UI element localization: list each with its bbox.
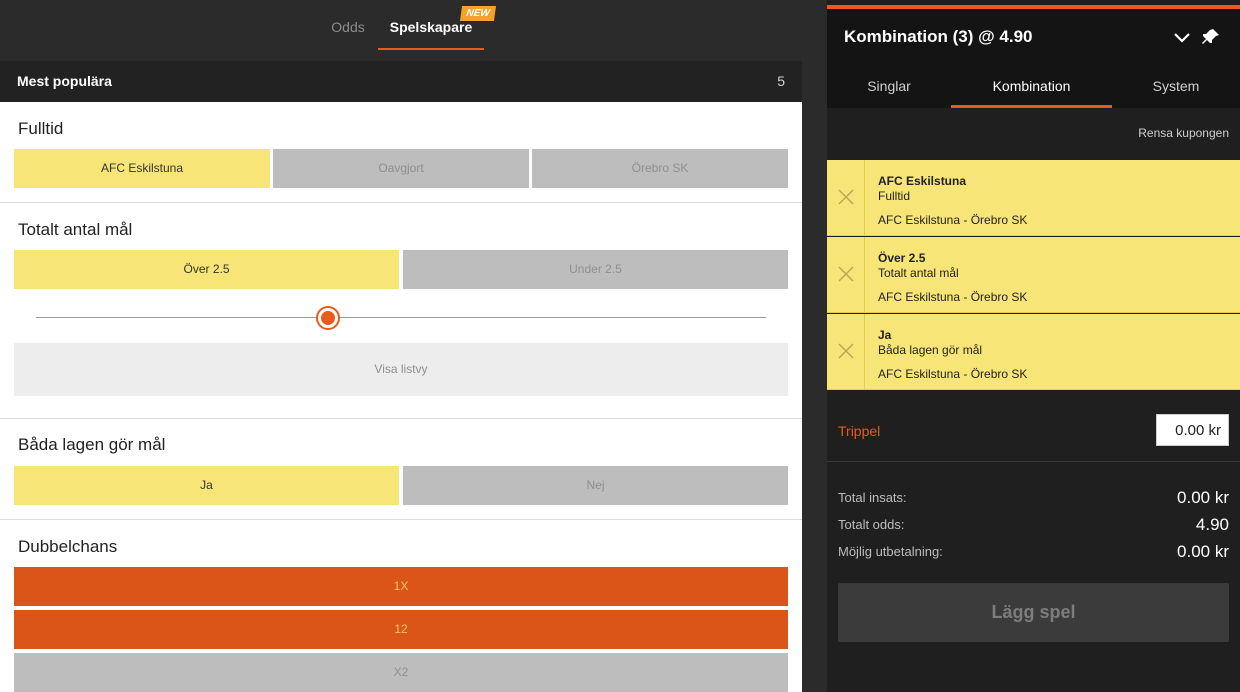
panel-title: Mest populära: [17, 73, 112, 89]
bet-selection: AFC Eskilstuna: [878, 174, 967, 188]
close-icon: [838, 343, 854, 359]
chevron-down-icon[interactable]: [1173, 29, 1191, 47]
bet-item: Ja Båda lagen gör mål AFC Eskilstuna - Ö…: [827, 314, 1240, 390]
stake-input[interactable]: [1156, 414, 1229, 446]
close-icon: [838, 189, 854, 205]
total-odds-label: Totalt odds:: [838, 517, 905, 532]
option-x2[interactable]: X2: [14, 653, 788, 692]
app-root: Odds Spelskapare NEW Mest populära 5 Ful…: [0, 0, 1240, 692]
option-over[interactable]: Över 2.5: [14, 250, 399, 289]
bet-item: AFC Eskilstuna Fulltid AFC Eskilstuna - …: [827, 160, 1240, 236]
total-odds-value: 4.90: [1195, 515, 1229, 534]
bet-event: AFC Eskilstuna - Örebro SK: [878, 213, 1028, 227]
markets-panel: Mest populära 5 Fulltid AFC Eskilstuna O…: [0, 61, 802, 692]
betslip: Kombination (3) @ 4.90 Singlar Kombinati…: [827, 0, 1240, 692]
market-title: Dubbelchans: [18, 537, 118, 556]
panel-header: Mest populära 5: [0, 61, 802, 102]
market-title: Fulltid: [18, 119, 64, 138]
show-list-button[interactable]: Visa listvy: [14, 343, 788, 396]
bet-type-row: Trippel: [827, 390, 1240, 462]
payout-label: Möjlig utbetalning:: [838, 544, 943, 559]
total-stake-label: Total insats:: [838, 490, 907, 505]
tab-singles[interactable]: Singlar: [827, 66, 951, 108]
bet-market: Båda lagen gör mål: [878, 343, 983, 357]
total-stake-value: 0.00 kr: [1177, 488, 1229, 507]
option-1x[interactable]: 1X: [14, 567, 788, 606]
bet-item: Över 2.5 Totalt antal mål AFC Eskilstuna…: [827, 237, 1240, 313]
market-total-goals: Totalt antal mål Över 2.5 Under 2.5 Visa…: [0, 203, 802, 419]
betslip-title: Kombination (3) @ 4.90: [844, 27, 1033, 46]
tab-system[interactable]: System: [1112, 66, 1240, 108]
option-yes[interactable]: Ja: [14, 466, 399, 505]
payout-value: 0.00 kr: [1177, 542, 1229, 561]
bet-builder-area: Odds Spelskapare NEW Mest populära 5 Ful…: [0, 0, 802, 692]
market-fulltime: Fulltid AFC Eskilstuna Oavgjort Örebro S…: [0, 102, 802, 203]
bet-market: Fulltid: [878, 189, 911, 203]
remove-bet-button[interactable]: [827, 314, 865, 390]
market-btts: Båda lagen gör mål Ja Nej: [0, 419, 802, 520]
panel-count: 5: [777, 73, 785, 89]
clear-betslip-link[interactable]: Rensa kupongen: [1138, 126, 1229, 140]
top-tabs: Odds Spelskapare NEW: [0, 0, 802, 58]
close-icon: [838, 266, 854, 282]
option-12[interactable]: 12: [14, 610, 788, 649]
tab-combination[interactable]: Kombination: [951, 66, 1112, 108]
bet-event: AFC Eskilstuna - Örebro SK: [878, 367, 1028, 381]
option-away[interactable]: Örebro SK: [532, 149, 788, 188]
betslip-tabs: Singlar Kombination System: [827, 66, 1240, 108]
market-title: Totalt antal mål: [18, 220, 133, 239]
market-title: Båda lagen gör mål: [18, 435, 166, 454]
market-double-chance: Dubbelchans 1X 12 X2: [0, 520, 802, 692]
option-home[interactable]: AFC Eskilstuna: [14, 149, 270, 188]
bet-selection: Ja: [878, 328, 892, 342]
remove-bet-button[interactable]: [827, 237, 865, 313]
option-no[interactable]: Nej: [403, 466, 788, 505]
remove-bet-button[interactable]: [827, 160, 865, 236]
goal-line-slider-handle[interactable]: [316, 306, 340, 330]
bet-selection: Över 2.5: [878, 251, 926, 265]
tab-odds[interactable]: Odds: [318, 0, 378, 50]
place-bet-button[interactable]: Lägg spel: [838, 583, 1229, 642]
goal-line-slider-track[interactable]: [36, 317, 766, 318]
pin-icon[interactable]: [1201, 27, 1221, 47]
bet-market: Totalt antal mål: [878, 266, 959, 280]
new-badge: NEW: [459, 6, 497, 21]
bet-event: AFC Eskilstuna - Örebro SK: [878, 290, 1028, 304]
betslip-header: Kombination (3) @ 4.90: [827, 9, 1240, 66]
option-under[interactable]: Under 2.5: [403, 250, 788, 289]
bet-type-label: Trippel: [838, 423, 881, 439]
option-draw[interactable]: Oavgjort: [273, 149, 529, 188]
